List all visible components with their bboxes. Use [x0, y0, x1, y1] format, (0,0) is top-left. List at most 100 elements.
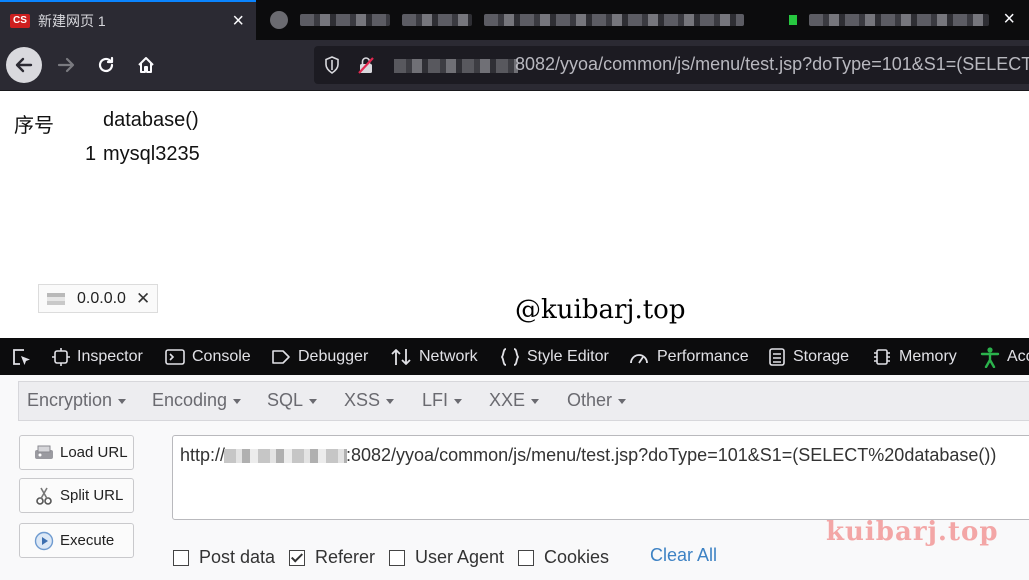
forward-arrow-icon — [57, 57, 75, 73]
tab-label: Storage — [793, 347, 850, 365]
reload-icon — [98, 56, 114, 73]
tab-memory[interactable]: Memory — [872, 338, 957, 375]
tab-debugger[interactable]: Debugger — [271, 338, 368, 375]
network-icon — [391, 348, 411, 365]
checkbox-label: Cookies — [544, 547, 610, 567]
devtools-toolbar: Inspector Console Debugger Network Style… — [0, 338, 1029, 375]
checkbox-box-checked[interactable] — [289, 549, 305, 566]
split-url-button[interactable]: Split URL — [19, 478, 134, 513]
menu-label: Encoding — [152, 390, 228, 410]
menu-xss[interactable]: XSS — [344, 390, 395, 411]
url-prefix: http:// — [180, 445, 226, 465]
tab-style-editor[interactable]: Style Editor — [500, 338, 609, 375]
tab-close-icon[interactable]: × — [1003, 8, 1015, 30]
tab-title-blurred — [484, 14, 744, 26]
chevron-down-icon — [618, 398, 627, 404]
clear-all-link[interactable]: Clear All — [650, 545, 717, 566]
tab-storage[interactable]: Storage — [768, 338, 849, 375]
insecure-lock-icon[interactable] — [356, 55, 376, 75]
checkbox-box[interactable] — [389, 549, 405, 566]
url-path: :8082/yyoa/common/js/menu/test.jsp?doTyp… — [346, 445, 997, 465]
chevron-down-icon — [233, 398, 242, 404]
tab-title: 新建网页 1 — [38, 13, 106, 29]
button-label: Split URL — [60, 487, 124, 504]
watermark-text: @kuibarj.top — [515, 295, 686, 325]
element-picker-icon — [13, 348, 30, 365]
close-icon[interactable]: ✕ — [136, 289, 150, 309]
menu-label: XXE — [489, 390, 526, 410]
tab-close-icon[interactable]: × — [232, 10, 244, 32]
back-arrow-icon — [15, 57, 33, 73]
hackbar-url-input[interactable]: http:// :8082/yyoa/common/js/menu/test.j… — [172, 435, 1029, 520]
tab-label: Memory — [899, 347, 957, 365]
menu-label: SQL — [267, 390, 304, 410]
tab-strip: CS 新建网页 1 × × — [0, 0, 1029, 40]
table-cell-database: mysql3235 — [103, 143, 200, 165]
tab-label: Style Editor — [527, 347, 609, 365]
referer-checkbox[interactable]: Referer — [289, 547, 375, 568]
chevron-down-icon — [386, 398, 395, 404]
menu-label: LFI — [422, 390, 449, 410]
cookies-checkbox[interactable]: Cookies — [518, 547, 609, 568]
tab-title-blurred — [809, 14, 989, 26]
ip-address: 0.0.0.0 — [77, 289, 126, 307]
tab-console[interactable]: Console — [165, 338, 251, 375]
tab-label: Inspector — [77, 347, 143, 365]
load-url-button[interactable]: Load URL — [19, 435, 134, 470]
menu-xxe[interactable]: XXE — [489, 390, 540, 411]
style-editor-icon — [500, 347, 520, 366]
tab-title-blurred — [300, 14, 390, 26]
hackbar-panel: Encryption Encoding SQL XSS LFI XXE Othe… — [0, 375, 1029, 580]
tab-third[interactable]: × — [775, 0, 1029, 40]
home-button[interactable] — [128, 47, 164, 83]
menu-encryption[interactable]: Encryption — [27, 390, 127, 411]
checkbox-box[interactable] — [173, 549, 189, 566]
load-url-icon — [35, 445, 53, 459]
menu-other[interactable]: Other — [567, 390, 627, 411]
debugger-icon — [272, 349, 290, 364]
checkbox-label: Post data — [199, 547, 276, 567]
tab-favicon-icon — [789, 15, 797, 25]
menu-lfi[interactable]: LFI — [422, 390, 463, 411]
github-icon — [270, 11, 288, 29]
post-data-checkbox[interactable]: Post data — [173, 547, 275, 568]
tracking-shield-icon[interactable] — [322, 55, 342, 75]
table-cell-index: 1 — [85, 143, 97, 165]
site-favicon-icon: CS — [10, 14, 30, 28]
storage-icon — [769, 347, 785, 366]
ip-badge: 0.0.0.0 ✕ — [38, 284, 158, 313]
element-picker-button[interactable] — [10, 338, 39, 375]
back-button[interactable] — [6, 47, 42, 83]
chevron-down-icon — [309, 398, 318, 404]
menu-label: Encryption — [27, 390, 113, 410]
chevron-down-icon — [531, 398, 540, 404]
checkbox-box[interactable] — [518, 549, 534, 566]
accessibility-icon — [980, 346, 1000, 368]
tab-github[interactable] — [260, 0, 770, 40]
tab-accessibility[interactable]: Acc — [980, 338, 1029, 375]
menu-encoding[interactable]: Encoding — [152, 390, 242, 411]
checkbox-label: User Agent — [415, 547, 505, 567]
navigation-toolbar: 8082/yyoa/common/js/menu/test.jsp?doType… — [0, 40, 1029, 91]
console-icon — [165, 348, 185, 365]
table-header-index: 序号 — [14, 115, 54, 137]
page-content: 序号 database() 1 mysql3235 0.0.0.0 ✕ @kui… — [0, 91, 1029, 337]
table-header-database: database() — [103, 109, 199, 131]
url-text[interactable]: 8082/yyoa/common/js/menu/test.jsp?doType… — [515, 54, 1029, 75]
forward-button[interactable] — [48, 47, 84, 83]
inspector-icon — [52, 347, 70, 366]
menu-sql[interactable]: SQL — [267, 390, 318, 411]
tab-active[interactable]: CS 新建网页 1 × — [0, 0, 256, 40]
performance-gauge-icon — [630, 353, 648, 363]
execute-button[interactable]: Execute — [19, 523, 134, 558]
tab-performance[interactable]: Performance — [628, 338, 749, 375]
watermark-text: kuibarj.top — [826, 517, 999, 547]
reload-button[interactable] — [88, 47, 124, 83]
scissors-icon — [36, 487, 52, 505]
address-bar[interactable]: 8082/yyoa/common/js/menu/test.jsp?doType… — [314, 46, 1029, 84]
tab-label: Debugger — [298, 347, 369, 365]
user-agent-checkbox[interactable]: User Agent — [389, 547, 504, 568]
tab-title-blurred — [402, 14, 472, 26]
tab-inspector[interactable]: Inspector — [52, 338, 143, 375]
tab-network[interactable]: Network — [390, 338, 478, 375]
